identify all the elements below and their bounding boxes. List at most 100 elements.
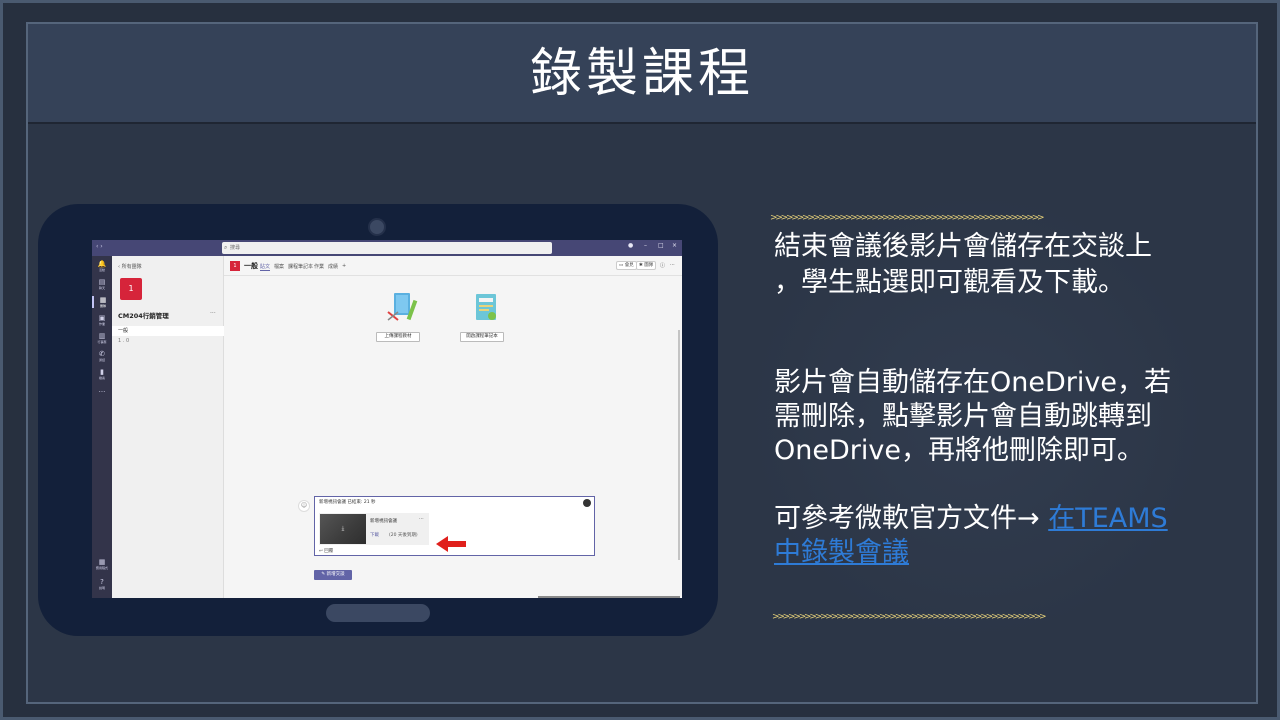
tab-class-notebook[interactable]: 課程筆記本 — [288, 263, 313, 270]
team-more-icon[interactable]: ··· — [210, 310, 216, 317]
team-panel: ‹ 所有團隊 1 CM204行銷管理 ··· 一般 1 . 0 — [112, 256, 224, 598]
paragraph-2-line-2: 需刪除，點擊影片會自動跳轉到 — [774, 401, 1152, 432]
teams-screenshot: ‹ › ⌕ 搜尋 ● – □ × 🔔 活動 ▤ 聊天 ▦ 團隊 ▣ 作業 ▥ 行事曆 ✆ 通… — [92, 240, 682, 598]
channel-general[interactable]: 一般 — [112, 326, 224, 336]
rail-apps[interactable]: ▦ 應用程式 — [92, 558, 112, 570]
rail-assignments[interactable]: ▣ 作業 — [92, 314, 112, 326]
more-options-icon[interactable]: ··· — [670, 262, 675, 268]
title-bar: 錄製課程 — [28, 24, 1256, 124]
rail-label: 行事曆 — [97, 340, 107, 344]
paragraph-1-line-1: 結束會議後影片會儲存在交談上 — [774, 231, 1152, 262]
teams-top-bar: ‹ › ⌕ 搜尋 ● – □ × — [92, 240, 682, 256]
rail-label: 作業 — [98, 322, 105, 326]
chat-icon: ▤ — [98, 278, 106, 286]
tablet-home-button — [326, 604, 430, 622]
recording-more-icon[interactable]: ··· — [419, 516, 424, 522]
teams-recording-link[interactable]: 在TEAMS — [1048, 503, 1167, 534]
paragraph-2-line-1: 影片會自動儲存在OneDrive，若 — [774, 367, 1171, 398]
bell-icon: 🔔 — [97, 260, 107, 268]
rail-activity[interactable]: 🔔 活動 — [92, 260, 112, 272]
tablet-camera — [368, 218, 386, 236]
paragraph-3-line-2: 中錄製會議 — [774, 536, 909, 570]
rail-label: 說明 — [98, 586, 105, 590]
new-conversation-button[interactable]: ✎ 新增交談 — [314, 570, 352, 580]
rail-calendar[interactable]: ▥ 行事曆 — [92, 332, 112, 344]
recording-item[interactable]: ⤓ 新增視訊會議 ··· 下載 (20 天後到期) — [319, 513, 429, 545]
class-notebook-illustration-icon — [476, 294, 496, 320]
recording-name: 新增視訊會議 — [370, 519, 397, 524]
team-button[interactable]: ✱ 團隊 — [636, 261, 657, 270]
info-icon[interactable]: ⓘ — [660, 262, 665, 269]
meet-button[interactable]: ▭ 會見 — [616, 261, 637, 270]
left-rail: 🔔 活動 ▤ 聊天 ▦ 團隊 ▣ 作業 ▥ 行事曆 ✆ 通話 ▮ 檔案 ··· ▦ 應用程式 ?… — [92, 256, 112, 598]
meeting-card-header: 新增視訊會議 已結束: 21 秒 — [319, 500, 376, 505]
download-link[interactable]: 下載 — [370, 532, 379, 538]
calendar-icon: ▥ — [98, 332, 106, 340]
channel-title: 一般 — [244, 262, 258, 270]
rail-calls[interactable]: ✆ 通話 — [92, 350, 112, 362]
recording-expiry: (20 天後到期) — [389, 533, 418, 538]
paragraph-3-line-1: 可參考微軟官方文件→ 在TEAMS — [774, 502, 1168, 536]
add-tab-button[interactable]: + — [342, 263, 346, 269]
nav-arrows[interactable]: ‹ › — [96, 243, 103, 250]
files-icon: ▮ — [100, 368, 104, 376]
vertical-scrollbar[interactable] — [678, 330, 680, 560]
rail-label: 活動 — [98, 268, 105, 272]
rail-label: 應用程式 — [95, 566, 108, 570]
channel-tile: 1 — [230, 261, 240, 271]
team-name: CM204行銷管理 — [118, 312, 169, 320]
rail-chat[interactable]: ▤ 聊天 — [92, 278, 112, 290]
red-arrow-icon — [436, 536, 466, 552]
open-class-notebook-button[interactable]: 開啟課程筆記本 — [460, 332, 504, 342]
rail-files[interactable]: ▮ 檔案 — [92, 368, 112, 380]
rail-label: 團隊 — [99, 304, 106, 308]
channel-main: 1 一般 貼文 檔案 課程筆記本 作業 成績 + ▭ 會見 ✱ 團隊 ⓘ ··· — [224, 256, 682, 598]
channel-secondary[interactable]: 1 . 0 — [118, 338, 129, 344]
upload-materials-button[interactable]: 上傳課程教材 — [376, 332, 420, 342]
teams-icon: ▦ — [99, 296, 107, 304]
notebook-illustration-icon — [387, 293, 418, 321]
tab-grades[interactable]: 成績 — [328, 263, 338, 270]
reaction-icon[interactable]: ☺ — [298, 500, 310, 512]
tab-posts[interactable]: 貼文 — [260, 263, 271, 271]
close-button[interactable]: × — [672, 242, 677, 249]
avatar — [583, 499, 591, 507]
paragraph-1-line-2: ，學生點選即可觀看及下載。 — [774, 267, 1125, 298]
search-icon: ⌕ — [224, 244, 228, 251]
rail-label: 檔案 — [98, 376, 105, 380]
rail-label: 通話 — [98, 358, 105, 362]
search-input[interactable]: ⌕ 搜尋 — [222, 242, 552, 254]
rail-teams[interactable]: ▦ 團隊 — [92, 296, 112, 308]
maximize-button[interactable]: □ — [658, 242, 664, 249]
channel-header: 1 一般 貼文 檔案 課程筆記本 作業 成績 + ▭ 會見 ✱ 團隊 ⓘ ··· — [224, 256, 682, 276]
search-placeholder: 搜尋 — [230, 245, 241, 251]
rail-more[interactable]: ··· — [92, 388, 112, 396]
tab-assignments[interactable]: 作業 — [314, 263, 324, 270]
slide-title: 錄製課程 — [529, 44, 754, 104]
meet-label: 會見 — [624, 263, 634, 268]
profile-icon[interactable]: ● — [628, 242, 633, 249]
back-to-teams-link[interactable]: ‹ 所有團隊 — [118, 263, 142, 270]
recording-thumbnail[interactable]: ⤓ — [320, 514, 366, 544]
help-icon: ? — [100, 578, 104, 586]
new-conversation-label: 新增交談 — [326, 572, 345, 577]
rail-label: 聊天 — [98, 286, 105, 290]
apps-icon: ▦ — [98, 558, 106, 566]
assignments-icon: ▣ — [98, 314, 106, 322]
minimize-button[interactable]: – — [644, 242, 647, 249]
download-icon: ⤓ — [341, 525, 345, 532]
teams-recording-link-cont[interactable]: 中錄製會議 — [774, 537, 909, 568]
chevron-divider-bottom: >>>>>>>>>>>>>>>>>>>>>>>>>>>>>>>>>>>>>>>>… — [772, 612, 1047, 622]
paragraph-2-line-3: OneDrive，再將他刪除即可。 — [774, 435, 1144, 466]
more-icon: ··· — [98, 388, 106, 396]
chevron-divider-top: >>>>>>>>>>>>>>>>>>>>>>>>>>>>>>>>>>>>>>>>… — [770, 213, 1045, 223]
team-tile: 1 — [120, 278, 142, 300]
tab-files[interactable]: 檔案 — [274, 263, 284, 270]
reply-link[interactable]: ↩ 回覆 — [319, 548, 333, 554]
team-label: 團隊 — [644, 263, 654, 268]
tablet-mockup: ‹ › ⌕ 搜尋 ● – □ × 🔔 活動 ▤ 聊天 ▦ 團隊 ▣ 作業 ▥ 行事曆 ✆ 通… — [38, 204, 718, 636]
rail-help[interactable]: ? 說明 — [92, 578, 112, 590]
calls-icon: ✆ — [99, 350, 105, 358]
horizontal-scrollbar[interactable] — [538, 596, 680, 598]
reference-prefix: 可參考微軟官方文件→ — [774, 503, 1049, 534]
